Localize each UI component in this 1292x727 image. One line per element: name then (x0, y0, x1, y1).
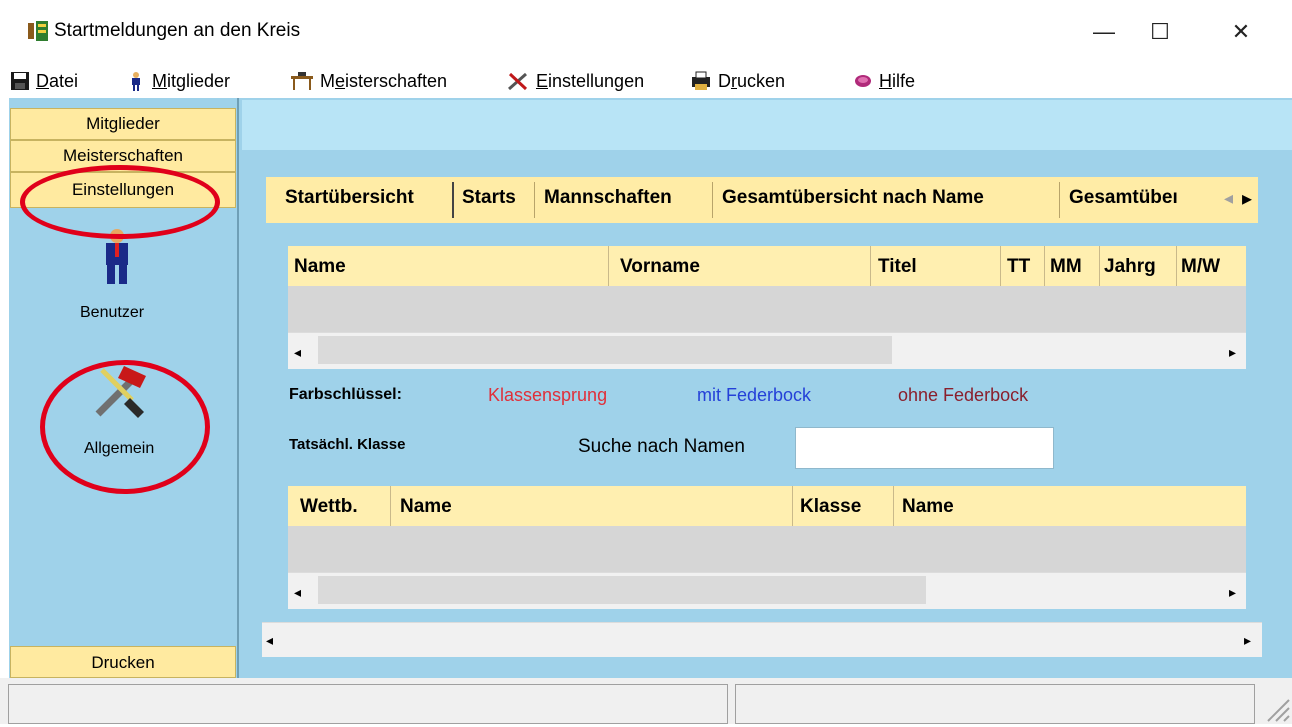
tab-mannschaften[interactable]: Mannschaften (544, 187, 672, 209)
menu-meisterschaften-prefix: M (320, 70, 335, 91)
tab-divider (1059, 182, 1060, 218)
legend-klassensprung: Klassensprung (488, 385, 608, 405)
grid1-scroll-left-icon[interactable]: ◂ (294, 344, 301, 361)
nav-mitglieder-button[interactable]: Mitglieder (10, 108, 236, 140)
main-header-band (242, 100, 1292, 150)
main-scroll-left-icon[interactable]: ◂ (266, 632, 273, 649)
grid2-col-separator (390, 486, 391, 526)
menu-hilfe-rest: ilfe (892, 70, 916, 91)
status-pane-right (735, 684, 1255, 724)
menu-drucken-prefix: D (718, 70, 731, 91)
app-icon (26, 19, 50, 43)
legend-ohne-federbock: ohne Federbock (898, 385, 1029, 405)
grid1-col-jahrg[interactable]: Jahrg (1104, 256, 1156, 278)
grid2-scroll-right-icon[interactable]: ▸ (1229, 584, 1236, 601)
grid2-col-separator (792, 486, 793, 526)
tab-divider (712, 182, 713, 218)
grid2-col-name-2[interactable]: Name (902, 496, 954, 518)
search-label: Suche nach Namen (578, 436, 745, 457)
highlight-circle-einstellungen (20, 165, 220, 239)
farbschluessel-label: Farbschlüssel: (289, 386, 402, 403)
grid2-scroll-thumb[interactable] (318, 576, 926, 604)
grid1-col-separator (1000, 246, 1001, 286)
menu-drucken[interactable]: Dr ucken (690, 70, 785, 92)
grid2-col-wettb[interactable]: Wettb. (300, 496, 358, 518)
grid1-col-vorname[interactable]: Vorname (620, 256, 700, 278)
grid1-col-tt[interactable]: TT (1007, 256, 1030, 278)
tab-starts[interactable]: Starts (462, 187, 516, 209)
menu-meisterschaften-rest: isterschaften (345, 70, 448, 91)
grid1-header (288, 246, 1246, 286)
grid2-col-name[interactable]: Name (400, 496, 452, 518)
tab-divider (452, 182, 454, 218)
grid2-col-separator (893, 486, 894, 526)
menu-einstellungen[interactable]: Einstellungen (506, 70, 644, 92)
menu-datei-rest: atei (49, 70, 79, 91)
floppy-disk-icon (10, 71, 30, 91)
tab-startuebersicht[interactable]: Startübersicht (285, 187, 414, 209)
menu-hilfe-accel: H (879, 70, 892, 91)
tatsaechl-klasse-label: Tatsächl. Klasse (289, 436, 406, 453)
help-book-icon (853, 71, 873, 91)
menu-hilfe[interactable]: Hilfe (853, 70, 915, 92)
main-scroll-right-icon[interactable]: ▸ (1244, 632, 1251, 649)
minimize-button[interactable]: — (1081, 14, 1127, 50)
grid2-col-klasse[interactable]: Klasse (800, 496, 861, 518)
legend-mit-federbock: mit Federbock (697, 385, 812, 405)
tab-divider (534, 182, 535, 218)
maximize-button[interactable]: ☐ (1137, 14, 1183, 50)
main-horizontal-scrollbar[interactable] (262, 622, 1262, 657)
grid1-col-titel[interactable]: Titel (878, 256, 917, 278)
grid1-col-name[interactable]: Name (294, 256, 346, 278)
tab-gesamtuebersicht-name[interactable]: Gesamtübersicht nach Name (722, 187, 984, 209)
menu-einstellungen-rest: instellungen (548, 70, 645, 91)
benutzer-label[interactable]: Benutzer (80, 304, 144, 322)
search-input[interactable] (795, 427, 1054, 469)
menu-einstellungen-accel: E (536, 70, 549, 91)
trophy-table-icon (290, 71, 314, 91)
grid1-scroll-thumb[interactable] (318, 336, 892, 364)
close-button[interactable]: ✕ (1218, 14, 1264, 50)
menu-mitglieder[interactable]: Mitglieder (126, 70, 230, 92)
grid1-col-mm[interactable]: MM (1050, 256, 1082, 278)
grid2-scroll-left-icon[interactable]: ◂ (294, 584, 301, 601)
grid1-scroll-right-icon[interactable]: ▸ (1229, 344, 1236, 361)
tools-icon (506, 71, 530, 91)
tab-gesamtuebersicht-more[interactable]: Gesamtübeı (1069, 187, 1209, 209)
grid2-body[interactable] (288, 526, 1246, 572)
tab-scroll-left-icon[interactable]: ◂ (1224, 188, 1233, 209)
grid1-col-separator (1099, 246, 1100, 286)
grid1-col-separator (1044, 246, 1045, 286)
nav-drucken-button[interactable]: Drucken (10, 646, 236, 678)
resize-grip-icon[interactable] (1264, 694, 1290, 722)
person-icon (126, 71, 146, 91)
grid1-col-separator (1176, 246, 1177, 286)
window-title: Startmeldungen an den Kreis (54, 20, 301, 41)
printer-icon (690, 71, 712, 91)
menu-mitglieder-rest: itglieder (167, 70, 231, 91)
grid1-body[interactable] (288, 286, 1246, 332)
grid1-col-separator (870, 246, 871, 286)
grid1-col-mw[interactable]: M/W (1181, 256, 1220, 278)
status-pane-left (8, 684, 728, 724)
grid1-col-separator (608, 246, 609, 286)
menu-datei[interactable]: Datei (10, 70, 78, 92)
tab-scroll-right-icon[interactable]: ▸ (1242, 186, 1252, 211)
menu-datei-accel: D (36, 70, 49, 91)
menu-meisterschaften-accel: e (335, 70, 346, 91)
menu-meisterschaften[interactable]: Me isterschaften (290, 70, 447, 92)
highlight-circle-allgemein (40, 360, 210, 494)
menu-mitglieder-accel: M (152, 70, 167, 91)
menu-drucken-rest: ucken (737, 70, 786, 91)
